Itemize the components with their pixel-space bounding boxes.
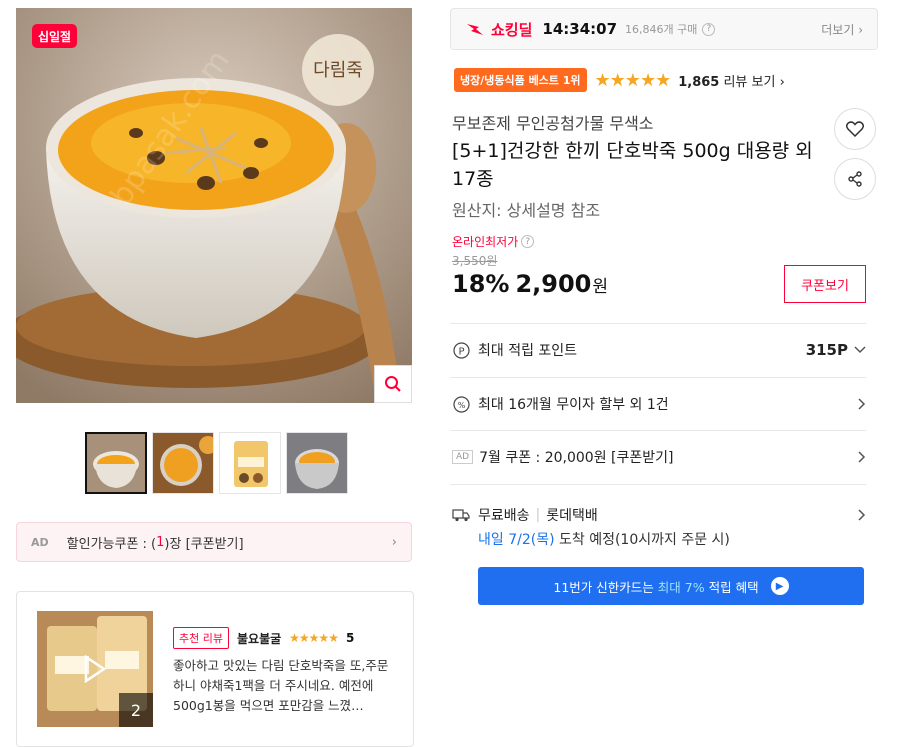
thumbnail-strip [85, 432, 348, 494]
shipping-row[interactable]: 무료배송 | 롯데택배 [452, 505, 866, 525]
eleven-day-badge: 십일절 [32, 24, 77, 48]
point-icon: P [452, 341, 470, 359]
view-coupon-button[interactable]: 쿠폰보기 [784, 265, 866, 303]
deal-buy-count: 16,846개 구매 [625, 23, 698, 36]
brand-logo: 다림죽 [313, 60, 363, 81]
coupon-text-prefix: 할인가능쿠폰 : ( [66, 536, 157, 552]
monthly-coupon-row[interactable]: AD 7월 쿠폰 : 20,000원 [쿠폰받기] [452, 447, 866, 467]
original-price: 3,550원 [452, 254, 498, 268]
main-product-image: 다림죽 bpasak.com [16, 8, 412, 403]
review-stars: ★★★★★ [289, 631, 339, 645]
separator: | [535, 507, 541, 523]
coupon-count: 1 [156, 534, 165, 550]
review-text: 좋아하고 맛있는 다림 단호박죽을 또,주문하니 야채죽1팩을 더 주시네요. … [173, 658, 389, 713]
svg-text:%: % [457, 401, 465, 410]
courier-name: 롯데택배 [546, 508, 598, 524]
wishlist-button[interactable] [834, 108, 876, 150]
magnifier-icon [385, 376, 401, 392]
review-score: 5 [345, 631, 355, 645]
review-media-thumbnail[interactable]: 2 [37, 611, 153, 727]
delivery-rest: 도착 예정(10시까지 주문 시) [554, 532, 730, 548]
sale-price-row: 18% 2,900 원 [452, 270, 608, 298]
chevron-right-icon: › [391, 534, 397, 550]
installment-row[interactable]: % 최대 16개월 무이자 할부 외 1건 [452, 394, 866, 414]
card-suffix: 적립 혜택 [708, 579, 759, 595]
coupon-text-suffix: )장 [쿠폰받기] [164, 536, 244, 552]
best-rating-row: 냉장/냉동식품 베스트 1위 ★★★★★ 1,865 리뷰 보기 › [454, 68, 785, 92]
recommended-review-card[interactable]: 2 추천 리뷰 불요불굴 ★★★★★ 5 좋아하고 맛있는 다림 단호박죽을 또… [16, 591, 414, 747]
installment-text: 최대 16개월 무이자 할부 외 1건 [478, 397, 669, 413]
zoom-button[interactable] [374, 365, 412, 403]
thumbnail-2[interactable] [152, 432, 214, 494]
divider [450, 484, 866, 485]
rating-stars: ★★★★★ [594, 69, 672, 91]
thumbnail-3[interactable] [219, 432, 281, 494]
truck-icon [452, 506, 470, 524]
free-shipping-label: 무료배송 [478, 508, 530, 524]
delivery-date: 내일 7/2(목) [478, 532, 555, 548]
review-link[interactable]: 1,865 리뷰 보기 › [678, 71, 785, 90]
svg-text:P: P [458, 346, 464, 357]
ad-tag: AD [31, 535, 49, 549]
media-count: 2 [119, 693, 153, 727]
best-seller-badge: 냉장/냉동식품 베스트 1위 [454, 68, 587, 92]
chevron-right-icon [858, 451, 866, 463]
points-label: 최대 적립 포인트 [478, 343, 578, 359]
lowest-price-label: 온라인최저가 ? [452, 233, 535, 250]
divider [450, 323, 866, 324]
max-points-row[interactable]: P 최대 적립 포인트 315P [452, 340, 866, 360]
percent-icon: % [452, 395, 470, 413]
chevron-right-icon [858, 398, 866, 410]
thumbnail-1[interactable] [85, 432, 147, 494]
help-icon[interactable]: ? [521, 235, 535, 248]
ad-tag: AD [452, 450, 474, 464]
seller-tagline: 무보존제 무인공첨가물 무색소 [452, 114, 654, 133]
deal-countdown: 14:34:07 [542, 20, 618, 38]
points-value: 315P [805, 341, 848, 359]
shocking-deal-icon [467, 24, 483, 35]
discount-coupon-bar[interactable]: AD 할인가능쿠폰 : (1)장 [쿠폰받기] › [16, 522, 412, 562]
deal-label: 쇼킹딜 [491, 20, 533, 39]
share-button[interactable] [834, 158, 876, 200]
delivery-estimate: 내일 7/2(목) 도착 예정(10시까지 주문 시) [478, 529, 730, 549]
card-prefix: 11번가 신한카드는 [553, 579, 654, 595]
thumbnail-4[interactable] [286, 432, 348, 494]
play-icon [84, 655, 107, 683]
monthly-coupon-text: 7월 쿠폰 : 20,000원 [쿠폰받기] [479, 450, 674, 466]
currency-unit: 원 [592, 277, 609, 297]
reviewer-name: 불요불굴 [236, 631, 282, 646]
review-header: 추천 리뷰 불요불굴 ★★★★★ 5 [173, 627, 354, 649]
review-link-label: 리뷰 보기 › [719, 74, 785, 90]
arrow-right-icon: ▶ [770, 577, 789, 595]
shocking-deal-bar: 쇼킹딜 14:34:07 16,846개 구매 ? 더보기 › [450, 8, 878, 50]
review-count: 1,865 [678, 74, 720, 90]
help-icon[interactable]: ? [702, 22, 716, 36]
divider [450, 430, 866, 431]
recommended-tag: 추천 리뷰 [173, 627, 229, 649]
card-benefit-banner[interactable]: 11번가 신한카드는 최대 7% 적립 혜택 ▶ [478, 567, 864, 605]
lowest-price-text: 온라인최저가 [452, 235, 519, 249]
product-title: [5+1]건강한 한끼 단호박죽 500g 대용량 외 17종 [452, 140, 813, 190]
share-icon [848, 171, 862, 187]
sale-price: 2,900 [515, 270, 592, 298]
card-highlight: 최대 7% [657, 579, 705, 595]
chevron-right-icon [858, 509, 866, 521]
chevron-down-icon [854, 346, 866, 354]
divider [450, 377, 866, 378]
heart-icon [846, 121, 864, 137]
origin-info: 원산지: 상세설명 참조 [452, 201, 601, 220]
deal-more-link[interactable]: 더보기 › [821, 21, 863, 38]
discount-rate: 18% [452, 270, 510, 298]
